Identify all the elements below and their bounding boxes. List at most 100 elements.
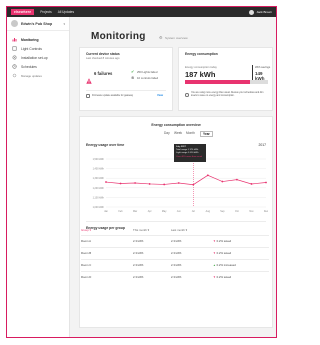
user-menu[interactable]: Jack Brown xyxy=(249,9,272,15)
x-tick-label: May xyxy=(162,210,167,213)
x-tick-label: Aug xyxy=(206,210,211,213)
site-avatar xyxy=(11,20,18,27)
data-point xyxy=(148,183,151,185)
sidebar-item-label: Schedules xyxy=(21,64,37,69)
today-label: Energy consumption today xyxy=(185,66,217,69)
y-tick-label: 1,200 kWh xyxy=(93,187,105,190)
data-point xyxy=(134,182,136,184)
y-tick-label: 1,500 kWh xyxy=(93,158,105,161)
sidebar-item-installation-setup[interactable]: Installation set-up xyxy=(7,53,69,62)
cell-last: 2.3 kWh xyxy=(171,270,213,283)
chart-year[interactable]: 2017 xyxy=(258,143,266,147)
cell-group: Room D xyxy=(81,270,133,283)
y-tick-label: 1,300 kWh xyxy=(93,177,105,180)
sidebar-item-schedules[interactable]: Schedules xyxy=(7,62,69,71)
change-text: 0.2% increased xyxy=(216,263,236,267)
cell-change: ▲ 0.2% increased xyxy=(213,258,269,271)
divider xyxy=(86,90,166,91)
nav-all-updates[interactable]: All Updates xyxy=(58,10,74,14)
site-name: Edwin's Pub Shop xyxy=(21,21,53,26)
card-title: Current device status xyxy=(86,52,120,56)
main-content: Monitoring ⚙ System overview Current dev… xyxy=(71,17,276,337)
x-tick-label: Jul xyxy=(192,210,196,213)
controls-failed-label: 10 controls failed xyxy=(137,75,159,80)
chart-title: Energy usage over time xyxy=(86,143,125,147)
top-bar: elsewhere Projects All Updates Jack Brow… xyxy=(7,7,276,17)
chart-tooltip: July 2017 Total usage 1 370 kWh Light us… xyxy=(174,144,206,162)
sidebar: Edwin's Pub Shop ▾ Monitoring Light Cont… xyxy=(7,17,70,337)
consumption-bar xyxy=(185,80,268,84)
site-selector[interactable]: Edwin's Pub Shop ▾ xyxy=(7,17,69,31)
check-icon: ✔ xyxy=(131,69,135,74)
page-title: Monitoring xyxy=(91,31,146,42)
energy-consumption-card: Energy consumption Energy consumption to… xyxy=(178,47,273,111)
col-group[interactable]: Group ▾ xyxy=(81,226,133,235)
energy-tip: You are using more energy than usual. Re… xyxy=(191,92,264,97)
col-this-month[interactable]: This month ▾ xyxy=(133,226,171,235)
view-button[interactable]: View xyxy=(157,94,163,97)
cell-change: ▼ 0.2% saved xyxy=(213,246,269,259)
change-text: 0.2% saved xyxy=(216,251,232,255)
col-label: This month xyxy=(133,228,147,233)
arrow-down-icon: ▼ xyxy=(213,251,216,255)
warning-icon xyxy=(86,71,92,84)
cell-this: 2.3 kWh xyxy=(133,234,171,247)
tab-day[interactable]: Day xyxy=(164,131,170,135)
chart-icon xyxy=(12,37,17,42)
user-name: Jack Brown xyxy=(256,10,272,14)
gear-icon[interactable]: ⚙ xyxy=(159,35,163,40)
chevron-down-icon: ▾ xyxy=(63,21,65,26)
col-label: Group xyxy=(81,228,89,233)
col-change xyxy=(213,226,269,235)
sidebar-manage-updates-link[interactable]: Manage updates xyxy=(7,71,69,80)
data-point xyxy=(119,182,122,185)
tab-year[interactable]: Year xyxy=(200,130,213,137)
data-point xyxy=(192,183,195,186)
x-tick-label: Sep xyxy=(220,210,225,213)
consumption-bar-fill xyxy=(185,80,250,84)
brand-logo[interactable]: elsewhere xyxy=(11,9,35,15)
sidebar-item-label: Installation set-up xyxy=(21,55,48,60)
table-row[interactable]: Room B 2.3 kWh 2.3 kWh ▼ 0.2% saved xyxy=(81,246,269,259)
series-line xyxy=(105,174,267,186)
x-tick-label: Oct xyxy=(235,210,239,213)
table-row[interactable]: Room D 2.3 kWh 2.3 kWh ▼ 0.2% saved xyxy=(81,270,269,283)
user-avatar xyxy=(249,9,255,15)
sidebar-item-label: Manage updates xyxy=(21,73,42,78)
energy-value: 187 kWh xyxy=(185,70,216,79)
device-status-card: Current device status Last checked 8 min… xyxy=(79,47,173,111)
sidebar-item-light-controls[interactable]: Light Controls xyxy=(7,44,69,53)
settings-icon xyxy=(12,55,17,60)
failures-count[interactable]: 6 failures xyxy=(94,71,112,76)
data-point xyxy=(265,181,267,184)
data-point xyxy=(221,180,224,183)
savings-label: With savings xyxy=(255,66,271,69)
col-last-month[interactable]: Last month ▾ xyxy=(171,226,213,235)
cell-last: 2.3 kWh xyxy=(171,258,213,271)
clock-icon xyxy=(12,64,17,69)
divider xyxy=(86,221,266,222)
col-label: Last month xyxy=(171,228,185,233)
sidebar-item-monitoring[interactable]: Monitoring xyxy=(7,35,69,44)
table-row[interactable]: Room A 2.3 kWh 2.3 kWh ▼ 0.2% saved xyxy=(81,234,269,247)
nav-projects[interactable]: Projects xyxy=(40,10,52,14)
sidebar-item-label: Light Controls xyxy=(21,46,42,51)
card-subtitle: Last checked 8 minutes ago xyxy=(86,57,120,60)
group-usage-table: Group ▾ This month ▾ Last month ▾ Room A… xyxy=(81,226,269,283)
tab-month[interactable]: Month xyxy=(186,131,195,135)
table-row[interactable]: Room C 2.3 kWh 2.3 kWh ▲ 0.2% increased xyxy=(81,258,269,271)
cell-last: 2.3 kWh xyxy=(171,234,213,247)
x-tick-label: Dec xyxy=(264,210,269,213)
tab-week[interactable]: Week xyxy=(174,131,182,135)
tip-icon xyxy=(185,93,189,97)
cell-group: Room A xyxy=(81,234,133,247)
cell-this: 2.3 kWh xyxy=(133,246,171,259)
x-tick-label: Apr xyxy=(148,210,152,213)
notice-text: Firmware update available for gateway xyxy=(92,94,134,97)
updates-icon xyxy=(12,73,17,78)
consumption-overview-card: Energy consumption overview Day Week Mon… xyxy=(79,116,273,328)
cell-this: 2.3 kWh xyxy=(133,258,171,271)
alert-icon: ⊗ xyxy=(131,75,135,80)
y-tick-label: 1,000 kWh xyxy=(93,206,105,209)
data-point xyxy=(206,174,209,177)
